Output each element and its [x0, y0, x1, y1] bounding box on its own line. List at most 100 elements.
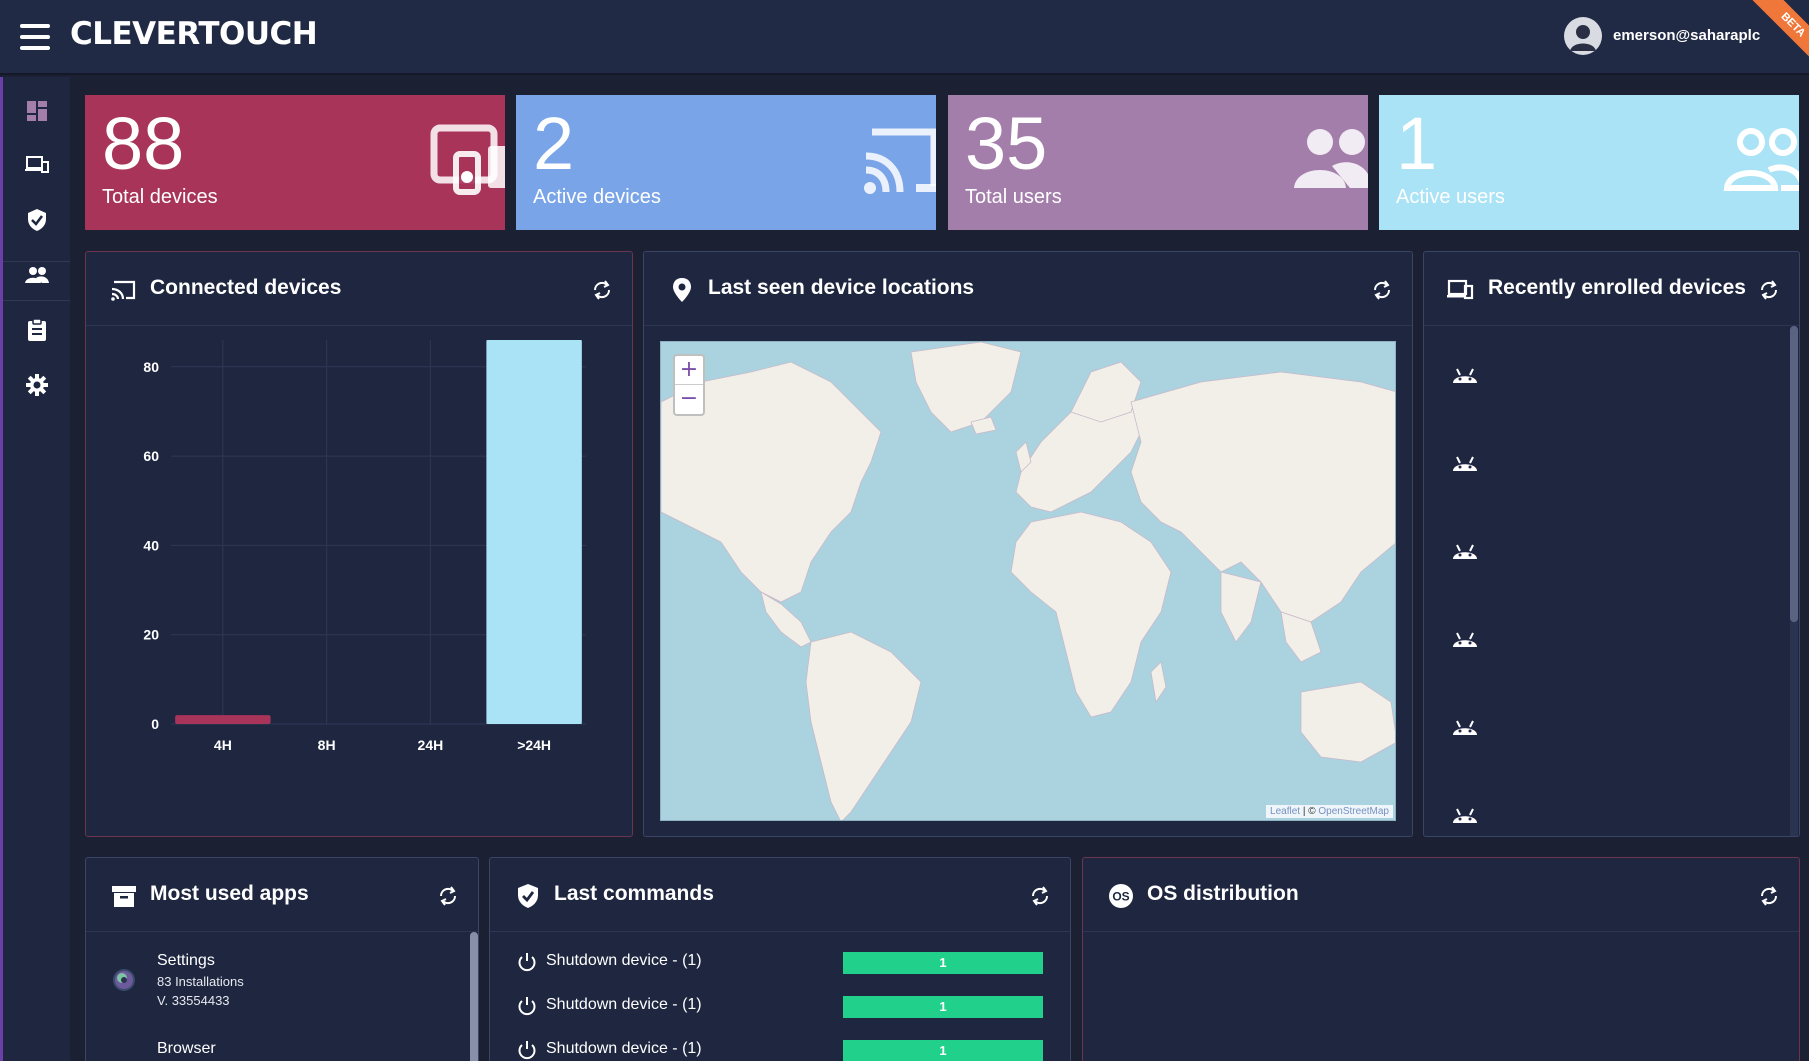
hamburger-menu-icon[interactable]	[20, 24, 50, 50]
enrolled-device-item[interactable]	[1450, 715, 1480, 737]
y-tick-label: 60	[143, 448, 159, 464]
command-label: Shutdown device - (1)	[546, 952, 702, 969]
stat-label: Total devices	[102, 186, 218, 208]
panel-title: Last seen device locations	[708, 276, 975, 299]
refresh-icon[interactable]	[1028, 884, 1052, 908]
panel-title: OS distribution	[1147, 882, 1299, 905]
os-distribution-panel: OS OS distribution	[1082, 857, 1800, 1061]
app-item[interactable]: Settings 83 Installations V. 33554433	[157, 952, 244, 1008]
y-tick-label: 80	[143, 359, 159, 375]
power-icon	[518, 997, 536, 1016]
power-icon	[518, 953, 536, 972]
enrolled-device-item[interactable]	[1450, 363, 1480, 385]
refresh-icon[interactable]	[436, 884, 460, 908]
gear-icon	[26, 374, 48, 396]
android-icon	[1453, 720, 1477, 735]
world-map[interactable]: + − Leaflet | © OpenStreetMap	[660, 341, 1396, 821]
sidebar-item-users[interactable]	[20, 258, 54, 292]
app-name: Settings	[157, 952, 215, 969]
osm-link[interactable]: OpenStreetMap	[1318, 806, 1389, 817]
panel-header: OS OS distribution	[1083, 858, 1799, 932]
stat-value: 35	[965, 102, 1048, 185]
panel-header: Connected devices	[86, 252, 632, 326]
command-row[interactable]: Shutdown device - (1) 1	[516, 994, 1046, 1020]
enrolled-device-item[interactable]	[1450, 803, 1480, 825]
map-zoom-control: + −	[673, 354, 705, 416]
refresh-icon[interactable]	[1757, 278, 1781, 302]
svg-text:OS: OS	[1112, 890, 1129, 904]
refresh-icon[interactable]	[1370, 278, 1394, 302]
map-land	[661, 342, 1395, 820]
stat-label: Total users	[965, 186, 1062, 208]
scrollbar-thumb[interactable]	[1790, 326, 1798, 622]
scrollbar-thumb[interactable]	[470, 932, 478, 1061]
bar->24H[interactable]	[486, 340, 582, 724]
refresh-icon[interactable]	[1757, 884, 1781, 908]
x-tick-label: >24H	[517, 737, 551, 753]
archive-icon	[112, 886, 136, 907]
devices-icon	[25, 156, 49, 173]
stat-card-active-devices[interactable]: 2 Active devices	[516, 95, 936, 230]
connected-devices-panel: Connected devices 0 20 40 60 80 4H 8H 24H >24H	[85, 251, 633, 837]
command-row[interactable]: Shutdown device - (1) 1	[516, 1038, 1046, 1061]
stat-value: 2	[533, 102, 575, 185]
enrolled-device-item[interactable]	[1450, 539, 1480, 561]
zoom-out-button[interactable]: −	[675, 385, 703, 414]
android-icon	[1453, 632, 1477, 647]
leaflet-link[interactable]: Leaflet	[1270, 806, 1300, 817]
settings-app-icon	[112, 968, 136, 992]
command-row[interactable]: Shutdown device - (1) 1	[516, 950, 1046, 976]
app-item[interactable]: Browser	[157, 1040, 216, 1058]
stat-value: 88	[102, 102, 185, 185]
sidebar-item-settings[interactable]	[20, 368, 54, 402]
android-icon	[1453, 368, 1477, 383]
command-label: Shutdown device - (1)	[546, 1040, 702, 1057]
x-tick-label: 24H	[418, 737, 444, 753]
devices-icon	[430, 124, 505, 195]
brand-logo: CLEVERTOUCH	[70, 16, 318, 52]
connected-devices-chart: 0 20 40 60 80 4H 8H 24H >24H	[143, 340, 586, 753]
android-icon	[1453, 456, 1477, 471]
power-icon	[518, 1041, 536, 1060]
x-tick-label: 4H	[214, 737, 232, 753]
y-tick-label: 40	[143, 537, 159, 553]
cast-icon	[864, 128, 936, 194]
panel-header: Last seen device locations	[644, 252, 1412, 326]
user-avatar[interactable]	[1564, 17, 1602, 55]
stat-card-total-users[interactable]: 35 Total users	[948, 95, 1368, 230]
app-installs: 83 Installations	[157, 974, 244, 989]
panel-header: Most used apps	[86, 858, 478, 932]
shield-check-icon	[518, 884, 538, 908]
stat-card-total-devices[interactable]: 88 Total devices	[85, 95, 505, 230]
panel-title: Most used apps	[150, 882, 309, 905]
stat-value: 1	[1396, 102, 1438, 185]
zoom-in-button[interactable]: +	[675, 356, 703, 385]
sidebar-item-dashboard[interactable]	[20, 94, 54, 128]
command-label: Shutdown device - (1)	[546, 996, 702, 1013]
x-tick-label: 8H	[318, 737, 336, 753]
map-pin-icon	[673, 278, 691, 302]
devices-icon	[1447, 279, 1474, 300]
bar-4H[interactable]	[175, 715, 271, 724]
app-name: Browser	[157, 1040, 216, 1057]
enrolled-device-item[interactable]	[1450, 451, 1480, 473]
stat-card-active-users[interactable]: 1 Active users	[1379, 95, 1799, 230]
cast-icon	[111, 280, 136, 301]
users-outline-icon	[1723, 128, 1799, 191]
os-icon: OS	[1109, 884, 1133, 908]
y-tick-label: 0	[151, 716, 159, 732]
shield-check-icon	[28, 209, 46, 231]
y-tick-label: 20	[143, 627, 159, 643]
command-count-bar: 1	[843, 996, 1043, 1018]
sidebar-item-devices[interactable]	[20, 148, 54, 182]
sidebar-item-policies[interactable]	[20, 203, 54, 237]
android-icon	[1453, 544, 1477, 559]
enrolled-device-item[interactable]	[1450, 627, 1480, 649]
sidebar	[0, 77, 70, 1061]
app-version: V. 33554433	[157, 993, 230, 1008]
user-email[interactable]: emerson@saharaplc	[1613, 27, 1760, 44]
sidebar-item-reports[interactable]	[20, 313, 54, 347]
refresh-icon[interactable]	[590, 278, 614, 302]
command-count-bar: 1	[843, 1040, 1043, 1061]
panel-header: Last commands	[490, 858, 1070, 932]
